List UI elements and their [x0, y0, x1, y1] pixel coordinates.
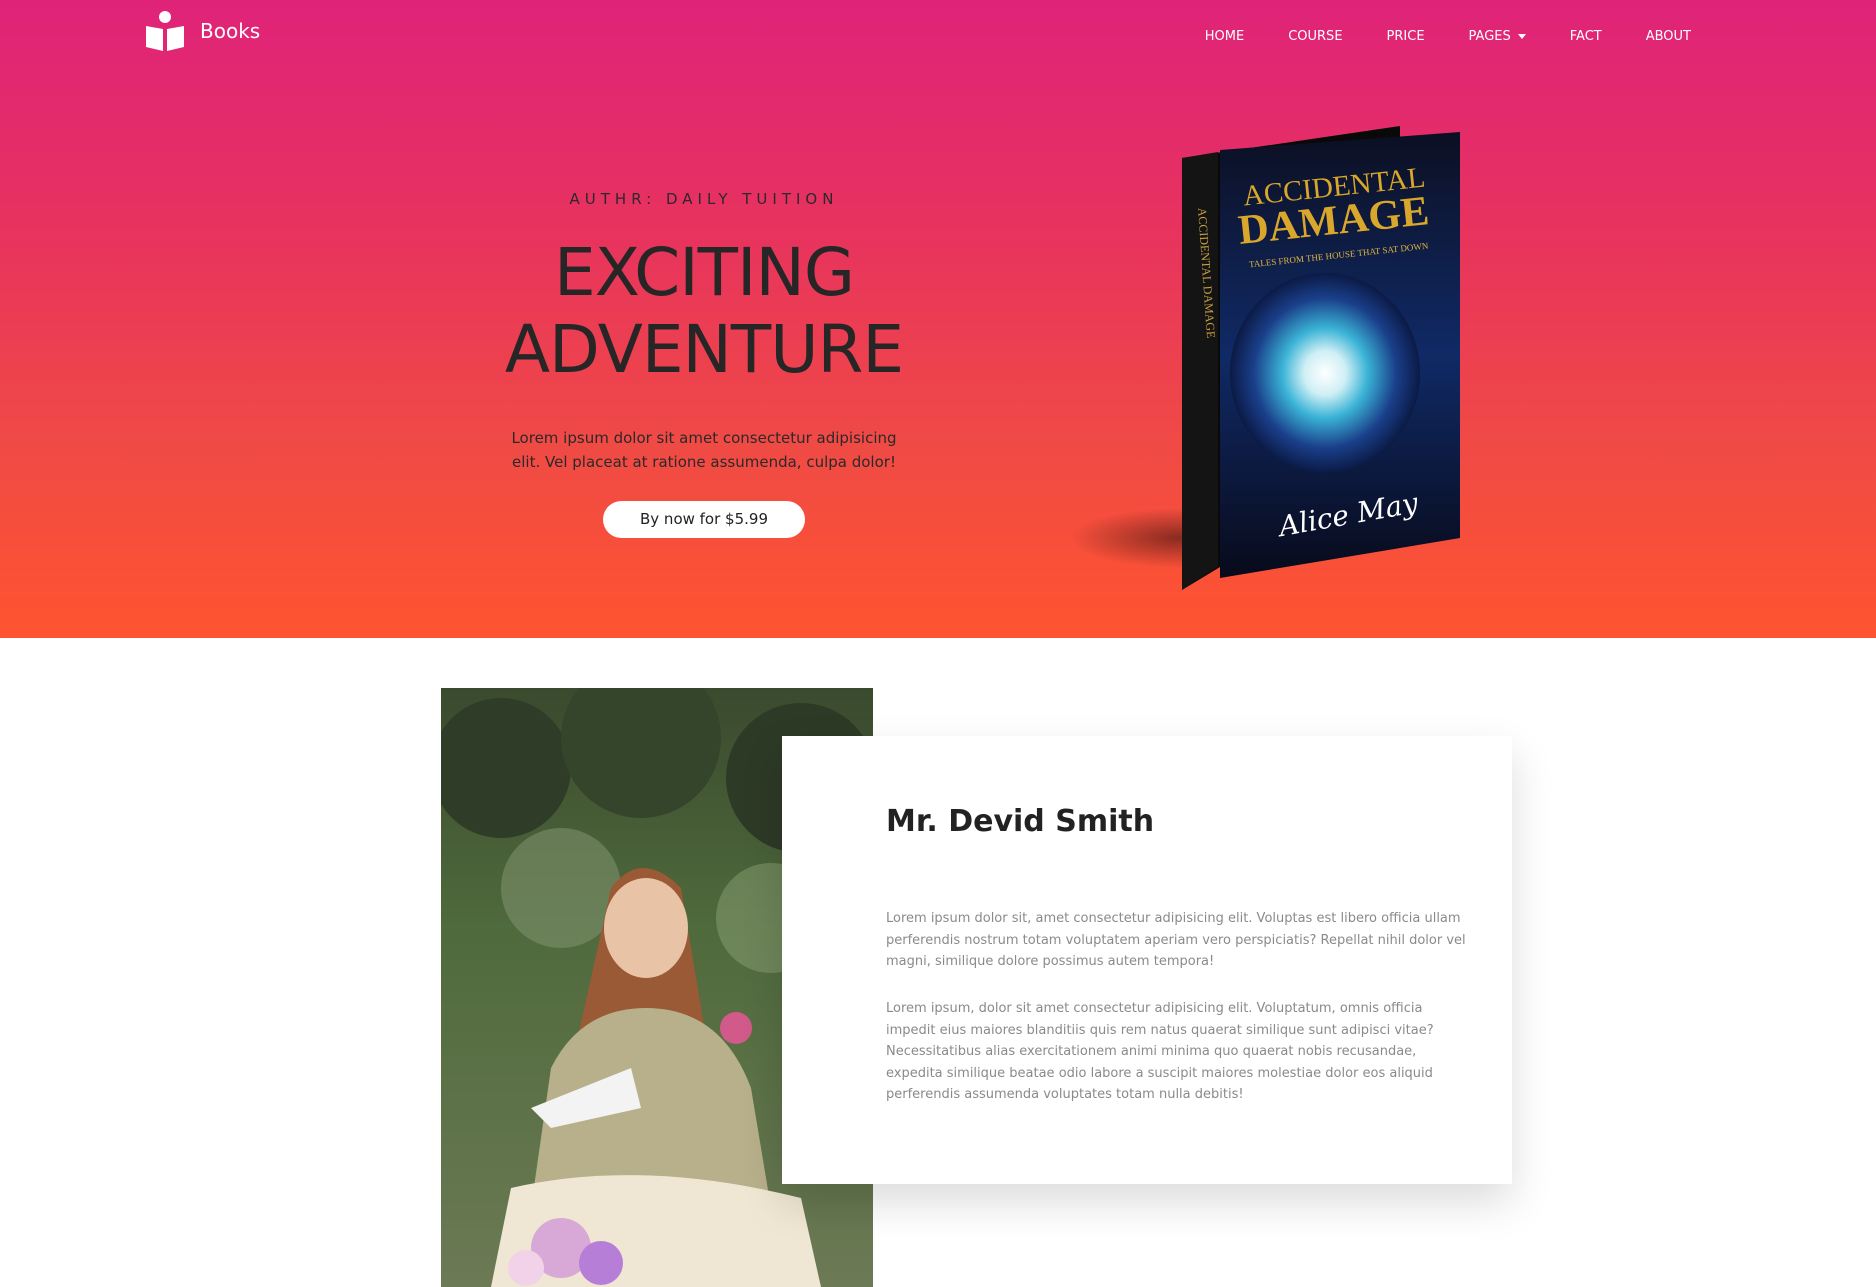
hero-headline: EXCITING ADVENTURE — [504, 234, 904, 388]
author-card: Mr. Devid Smith Lorem ipsum dolor sit, a… — [782, 736, 1512, 1184]
nav-home[interactable]: HOME — [1205, 29, 1244, 44]
brand-name: Books — [200, 19, 261, 43]
nav-course[interactable]: COURSE — [1288, 29, 1342, 44]
nav-price[interactable]: PRICE — [1387, 29, 1425, 44]
hero-content: AUTHR: DAILY TUITION EXCITING ADVENTURE … — [350, 190, 1058, 538]
main-nav: HOME COURSE PRICE PAGES FACT ABOUT — [1161, 29, 1691, 44]
caret-down-icon — [1517, 34, 1526, 39]
nav-fact[interactable]: FACT — [1570, 29, 1602, 44]
nav-about[interactable]: ABOUT — [1646, 29, 1691, 44]
nav-pages-label: PAGES — [1468, 29, 1511, 44]
book-reader-icon — [146, 11, 184, 51]
buy-now-button[interactable]: By now for $5.99 — [603, 501, 805, 538]
book-cover-image: ACCIDENTAL DAMAGE TALES FROM THE HOUSE T… — [1070, 126, 1460, 590]
hero-description: Lorem ipsum dolor sit amet consectetur a… — [511, 429, 897, 471]
author-name: Mr. Devid Smith — [886, 804, 1155, 839]
navbar: Books HOME COURSE PRICE PAGES FACT ABOUT — [0, 0, 1876, 76]
author-bio-paragraph-1: Lorem ipsum dolor sit, amet consectetur … — [886, 911, 1466, 969]
author-bio-paragraph-2: Lorem ipsum, dolor sit amet consectetur … — [886, 1001, 1434, 1102]
nav-pages-dropdown[interactable]: PAGES — [1469, 29, 1526, 44]
brand-logo[interactable]: Books — [144, 10, 260, 52]
hero-subtitle: AUTHR: DAILY TUITION — [569, 190, 839, 208]
hero-section: Books HOME COURSE PRICE PAGES FACT ABOUT… — [0, 0, 1876, 638]
